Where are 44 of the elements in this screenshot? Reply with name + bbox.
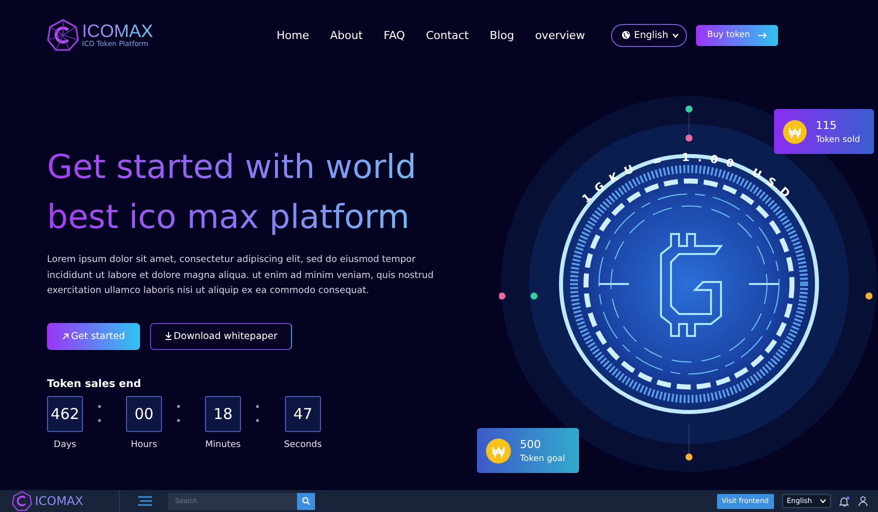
nav-link[interactable]: About [330,28,363,42]
user-icon[interactable] [858,496,868,506]
stat-label: Token goal [520,454,565,464]
logo-icon [12,491,32,511]
nav-link[interactable]: Home [276,28,310,42]
logo-icon [47,19,79,51]
brand-name: ICOMAX [82,22,154,40]
language-dropdown[interactable]: English [610,24,688,46]
countdown-label: Minutes [205,440,241,450]
nav-link[interactable]: Contact [426,28,469,42]
arrow-right-icon [758,32,767,38]
globe-icon [622,31,630,39]
countdown-label: Hours [130,440,158,450]
countdown-label: Days [54,440,76,450]
colon-separator-icon [177,404,180,422]
countdown-value: 18 [205,396,241,432]
chevron-down-icon [820,499,826,503]
bell-icon[interactable] [839,496,850,506]
countdown-value: 47 [284,396,321,432]
search-button[interactable] [297,492,315,510]
stat-value: 115 [816,118,838,132]
colon-separator-icon [98,404,101,422]
nav-link[interactable]: FAQ [384,28,405,42]
coin-icon [783,118,807,144]
menu-icon[interactable] [138,496,152,506]
stat-label: Token sold [816,134,860,144]
hero-description: Lorem ipsum dolor sit amet, consectetur adipiscing elit, sed do eiusmod tempor incididunt ut labore et dolore magna aliqua. ut enim ad minim veniam, quis nostrud exercitation ullamco laboris nisi ut aliquip ex ea commodo consequat. [47,253,435,298]
nav-link[interactable]: Blog [490,28,514,42]
colon-separator-icon [256,404,259,422]
buy-token-button[interactable]: Buy token [696,24,778,46]
countdown-value: 00 [126,396,162,432]
download-icon [164,332,172,340]
stat-value: 500 [520,438,542,450]
countdown-title: Token sales end [47,378,142,390]
brand-name: ICOMAX [35,494,84,508]
get-started-button[interactable]: Get started [47,322,140,350]
search-icon [302,497,310,505]
coin-icon [486,438,511,464]
countdown-label: Seconds [284,440,322,450]
countdown-value: 462 [47,396,83,432]
chevron-down-icon [672,32,680,38]
download-whitepaper-button[interactable]: Download whitepaper [150,322,292,350]
nav-link[interactable]: overview [535,28,585,42]
arrow-up-right-icon [62,332,70,340]
